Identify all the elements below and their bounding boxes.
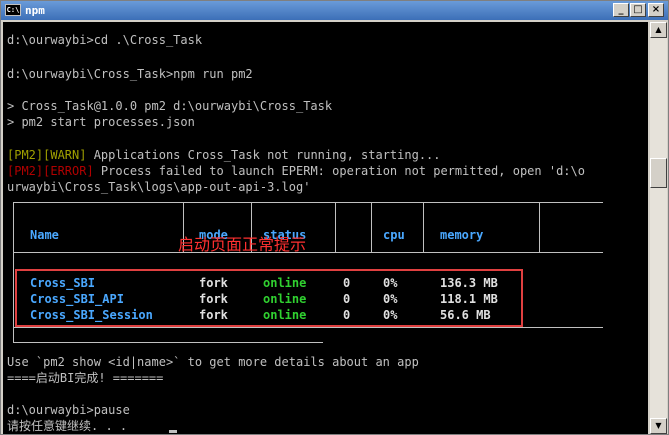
vertical-scrollbar[interactable]: ▲ ▼ bbox=[650, 22, 667, 434]
window-title: npm bbox=[25, 4, 45, 17]
console-output[interactable]: d:\ourwaybi>cd .\Cross_Task d:\ourwaybi\… bbox=[3, 22, 648, 434]
pause-line: d:\ourwaybi>pause bbox=[7, 403, 130, 417]
close-button[interactable]: × bbox=[648, 3, 664, 17]
scroll-thumb[interactable] bbox=[650, 158, 667, 188]
table-border-left bbox=[13, 202, 14, 342]
minimize-button[interactable]: _ bbox=[613, 3, 629, 17]
console-window: C:\ npm _ □ × d:\ourwaybi>cd .\Cross_Tas… bbox=[0, 0, 669, 435]
table-col-sep bbox=[423, 202, 424, 252]
console-line: > Cross_Task@1.0.0 pm2 d:\ourwaybi\Cross… bbox=[7, 99, 333, 113]
header-cpu: cpu bbox=[383, 228, 405, 242]
warn-prefix: [PM2][WARN] bbox=[7, 148, 87, 162]
table-border-footer bbox=[13, 342, 323, 343]
press-key-line: 请按任意键继续. . . bbox=[7, 419, 128, 433]
warn-line: [PM2][WARN] Applications Cross_Task not … bbox=[7, 148, 441, 162]
table-col-sep bbox=[335, 202, 336, 252]
scroll-up-button[interactable]: ▲ bbox=[650, 22, 667, 38]
table-border-mid bbox=[13, 252, 603, 253]
table-col-sep bbox=[539, 202, 540, 252]
table-col-sep bbox=[371, 202, 372, 252]
title-bar[interactable]: C:\ npm _ □ × bbox=[1, 1, 668, 20]
error-text: Process failed to launch EPERM: operatio… bbox=[93, 164, 585, 178]
console-app-icon[interactable]: C:\ bbox=[5, 4, 21, 16]
header-memory: memory bbox=[440, 228, 484, 242]
console-line: > pm2 start processes.json bbox=[7, 115, 195, 129]
text-cursor bbox=[169, 430, 177, 433]
highlight-box bbox=[15, 269, 523, 327]
hint-line: Use `pm2 show <id|name>` to get more det… bbox=[7, 355, 419, 369]
header-name: Name bbox=[30, 228, 59, 242]
table-border-top bbox=[13, 202, 603, 203]
table-border-bottom bbox=[13, 327, 603, 328]
error-prefix: [PM2][ERROR] bbox=[7, 164, 94, 178]
done-line: ====启动BI完成! ======= bbox=[7, 371, 164, 385]
annotation-label: 启动页面正常提示 bbox=[178, 235, 307, 254]
warn-text: Applications Cross_Task not running, sta… bbox=[86, 148, 441, 162]
console-line: d:\ourwaybi\Cross_Task>npm run pm2 bbox=[7, 67, 253, 81]
scroll-down-button[interactable]: ▼ bbox=[650, 418, 667, 434]
maximize-button[interactable]: □ bbox=[630, 3, 646, 17]
console-line: d:\ourwaybi>cd .\Cross_Task bbox=[7, 33, 203, 47]
error-line: [PM2][ERROR] Process failed to launch EP… bbox=[7, 164, 585, 178]
error-line-cont: urwaybi\Cross_Task\logs\app-out-api-3.lo… bbox=[7, 180, 311, 194]
